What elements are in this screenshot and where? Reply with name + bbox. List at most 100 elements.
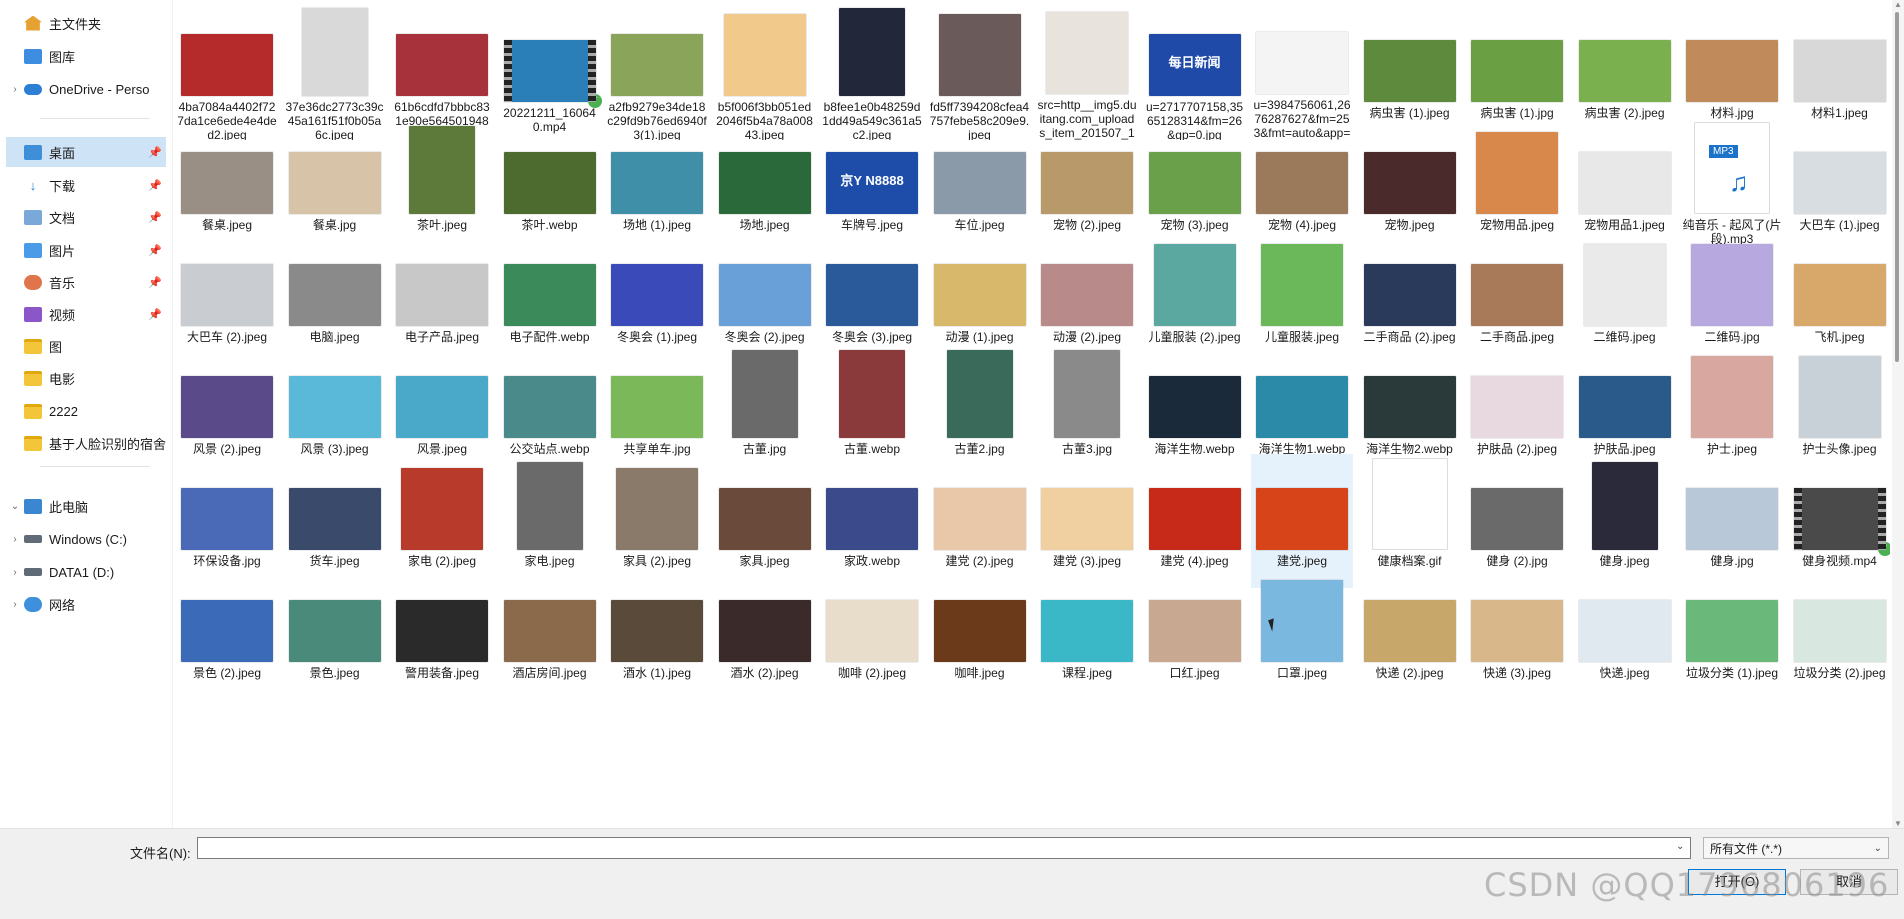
sidebar-item[interactable]: 图库 (6, 41, 166, 71)
file-item[interactable]: 警用装备.jpeg (391, 566, 493, 700)
image-thumbnail (1471, 488, 1563, 550)
thumbnail-container: ✓ (500, 6, 602, 108)
file-item[interactable]: 酒水 (1).jpeg (606, 566, 708, 700)
sidebar-item-label: OneDrive - Perso (49, 81, 150, 97)
image-thumbnail (826, 488, 918, 550)
file-type-filter-select[interactable]: 所有文件 (*.*) ⌄ (1703, 837, 1889, 859)
sidebar-item[interactable]: › OneDrive - Perso (6, 74, 166, 104)
filename-history-dropdown-icon[interactable]: ⌄ (1676, 841, 1684, 852)
thumbnail-container (1145, 230, 1245, 326)
thumbnail-container (1575, 566, 1675, 662)
file-name: 景色 (2).jpeg (192, 666, 262, 680)
sidebar-item[interactable]: 基于人脸识别的宿舍 (6, 428, 166, 458)
computer-icon (24, 498, 42, 514)
image-thumbnail (288, 152, 381, 214)
sidebar-item-label: 主文件夹 (49, 16, 102, 32)
image-thumbnail (1471, 376, 1563, 438)
image-thumbnail (1476, 132, 1558, 214)
image-thumbnail (1153, 244, 1236, 326)
thumbnail-container (1145, 118, 1245, 214)
thumbnail-container (1467, 6, 1567, 102)
image-thumbnail (1363, 152, 1456, 214)
image-thumbnail (396, 34, 488, 97)
image-thumbnail (288, 488, 381, 550)
file-name: 咖啡 (2).jpeg (837, 666, 907, 680)
thumbnail-container (1360, 342, 1460, 438)
filename-input[interactable] (197, 837, 1691, 859)
sidebar-item-label: 网络 (49, 597, 76, 613)
gallery-icon (24, 48, 42, 64)
file-item[interactable]: 口罩.jpeg (1251, 566, 1353, 700)
expand-chevron-icon[interactable]: › (6, 534, 24, 545)
expand-chevron-icon[interactable]: ⌄ (6, 501, 24, 512)
thumbnail-container (1467, 454, 1567, 550)
thumbnail-container (607, 454, 707, 550)
file-item[interactable]: 景色 (2).jpeg (176, 566, 278, 700)
sidebar-item[interactable]: › Windows (C:) (6, 524, 166, 554)
sidebar-item[interactable]: 电影 (6, 363, 166, 393)
image-thumbnail (826, 600, 918, 662)
image-thumbnail (288, 376, 381, 438)
thumbnail-container (392, 230, 492, 326)
thumbnail-container (1360, 230, 1460, 326)
thumbnail-container (822, 566, 922, 662)
sidebar-item[interactable]: 图 (6, 331, 166, 361)
sidebar-item-label: 下载 (49, 178, 76, 194)
file-item[interactable]: 咖啡.jpeg (929, 566, 1031, 700)
cancel-button[interactable]: 取消 (1800, 869, 1898, 895)
file-item[interactable]: 垃圾分类 (2).jpeg (1789, 566, 1891, 700)
image-thumbnail (1148, 152, 1241, 214)
image-thumbnail (288, 264, 381, 326)
file-item[interactable]: 快递.jpeg (1574, 566, 1676, 700)
thumbnail-container (1467, 342, 1567, 438)
file-item[interactable]: 垃圾分类 (1).jpeg (1681, 566, 1783, 700)
thumbnail-container (392, 454, 492, 550)
scroll-up-arrow-icon[interactable]: ▲ (1892, 0, 1904, 9)
scroll-down-arrow-icon[interactable]: ▼ (1892, 819, 1904, 828)
file-item[interactable]: 酒店房间.jpeg (499, 566, 601, 700)
thumbnail-container (1037, 342, 1137, 438)
file-name: 垃圾分类 (2).jpeg (1793, 666, 1886, 680)
expand-chevron-icon[interactable]: › (6, 599, 24, 610)
image-thumbnail (1256, 376, 1348, 438)
folder-icon (24, 338, 42, 354)
sidebar-item[interactable]: ↓ 下载 📌 (6, 170, 166, 200)
thumbnail-container (715, 454, 815, 550)
file-item[interactable]: 快递 (2).jpeg (1359, 566, 1461, 700)
thumbnail-container (715, 566, 815, 662)
sidebar-item[interactable]: › DATA1 (D:) (6, 557, 166, 587)
file-item[interactable]: 咖啡 (2).jpeg (821, 566, 923, 700)
sidebar-item[interactable]: 桌面 📌 (6, 137, 166, 167)
sidebar-item[interactable]: › 网络 (6, 589, 166, 619)
folder-icon (24, 370, 42, 386)
sidebar-item[interactable]: 视频 📌 (6, 299, 166, 329)
sidebar-item[interactable]: 主文件夹 (6, 8, 166, 38)
image-thumbnail (301, 8, 368, 97)
file-item[interactable]: 快递 (3).jpeg (1466, 566, 1568, 700)
image-thumbnail (1686, 600, 1778, 662)
file-item[interactable]: 口红.jpeg (1144, 566, 1246, 700)
image-thumbnail (718, 488, 811, 550)
sidebar-item[interactable]: 图片 📌 (6, 235, 166, 265)
thumbnail-container (1360, 118, 1460, 214)
sync-status-icon: ✓ (1877, 542, 1890, 556)
scrollbar-thumb[interactable] (1895, 12, 1899, 362)
thumbnail-container (285, 454, 385, 550)
image-thumbnail (1148, 488, 1241, 550)
file-item[interactable]: 酒水 (2).jpeg (714, 566, 816, 700)
sidebar-item[interactable]: 2222 (6, 396, 166, 426)
sidebar-item[interactable]: ⌄ 此电脑 (6, 491, 166, 521)
expand-chevron-icon[interactable]: › (6, 567, 24, 578)
open-button[interactable]: 打开(O) (1688, 869, 1786, 895)
image-thumbnail (938, 14, 1021, 97)
sidebar-item[interactable]: 文档 📌 (6, 202, 166, 232)
vertical-scrollbar[interactable]: ▲ ▼ (1892, 0, 1904, 828)
file-item[interactable]: 景色.jpeg (284, 566, 386, 700)
sidebar-item[interactable]: 音乐 📌 (6, 267, 166, 297)
network-icon (24, 596, 42, 612)
file-item[interactable]: 课程.jpeg (1036, 566, 1138, 700)
image-thumbnail (1363, 376, 1456, 438)
image-thumbnail (1691, 356, 1773, 438)
expand-chevron-icon[interactable]: › (6, 84, 24, 95)
sidebar-item-label: 此电脑 (49, 499, 89, 515)
